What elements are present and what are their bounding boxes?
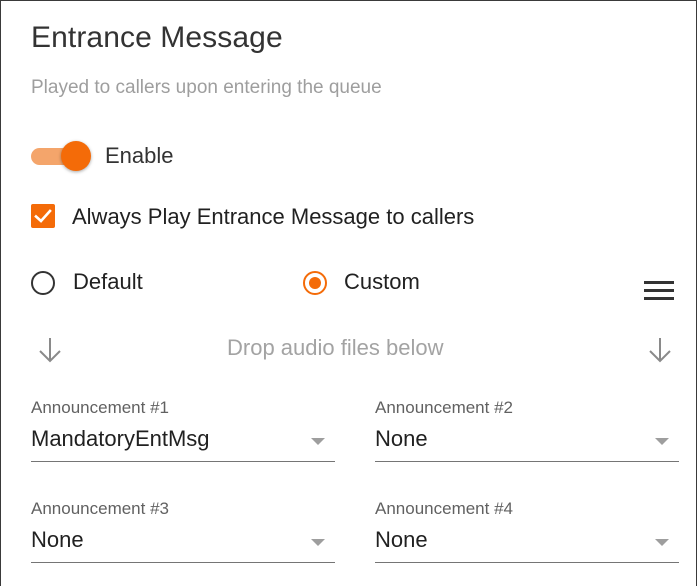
arrow-down-icon xyxy=(39,338,61,363)
radio-selected-dot xyxy=(309,277,321,289)
dropdown-caret-icon xyxy=(655,438,669,445)
announcement-3-select[interactable]: Announcement #3 None xyxy=(31,499,335,563)
arrow-down-icon xyxy=(649,338,671,363)
announcement-2-value: None xyxy=(375,426,428,451)
dropdown-caret-icon xyxy=(311,438,325,445)
field-underline xyxy=(375,562,679,563)
announcement-1-label: Announcement #1 xyxy=(31,398,169,417)
announcement-1-select[interactable]: Announcement #1 MandatoryEntMsg xyxy=(31,398,335,462)
radio-custom-label: Custom xyxy=(344,269,420,294)
hamburger-menu-icon[interactable] xyxy=(644,281,674,305)
toggle-thumb xyxy=(61,141,91,171)
announcement-3-value: None xyxy=(31,527,84,552)
announcement-2-label: Announcement #2 xyxy=(375,398,513,417)
announcement-4-label: Announcement #4 xyxy=(375,499,513,518)
radio-custom[interactable] xyxy=(303,271,327,295)
always-play-label: Always Play Entrance Message to callers xyxy=(72,204,475,229)
announcement-3-label: Announcement #3 xyxy=(31,499,169,518)
announcement-1-value: MandatoryEntMsg xyxy=(31,426,210,451)
field-underline xyxy=(31,562,335,563)
announcement-4-select[interactable]: Announcement #4 None xyxy=(375,499,679,563)
section-title: Entrance Message xyxy=(31,21,283,54)
announcement-2-select[interactable]: Announcement #2 None xyxy=(375,398,679,462)
announcement-4-value: None xyxy=(375,527,428,552)
enable-toggle-label: Enable xyxy=(105,143,174,168)
radio-default[interactable] xyxy=(31,271,55,295)
entrance-message-panel: Entrance Message Played to callers upon … xyxy=(0,0,697,586)
section-subtitle: Played to callers upon entering the queu… xyxy=(31,77,382,98)
enable-toggle[interactable] xyxy=(31,141,91,171)
dropdown-caret-icon xyxy=(655,539,669,546)
checkmark-icon xyxy=(34,209,52,223)
radio-default-label: Default xyxy=(73,269,143,294)
field-underline xyxy=(31,461,335,462)
always-play-checkbox[interactable] xyxy=(31,204,55,228)
dropdown-caret-icon xyxy=(311,539,325,546)
field-underline xyxy=(375,461,679,462)
drop-zone-text: Drop audio files below xyxy=(227,335,444,360)
